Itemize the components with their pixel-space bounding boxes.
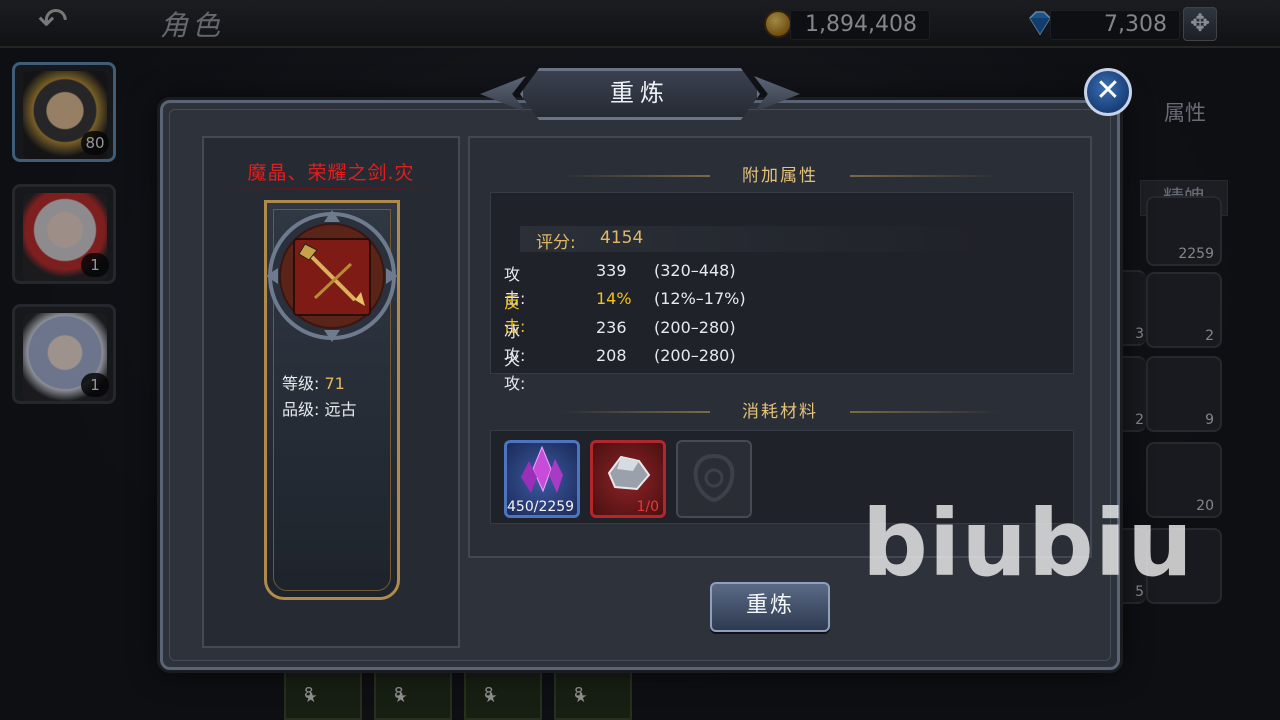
material-slot[interactable]: 1/0 — [590, 440, 666, 518]
iron-ore-icon — [607, 455, 651, 491]
item-grade-value: 远古 — [324, 400, 357, 419]
attribute-value: 14% — [596, 289, 632, 308]
material-count: 450/2259 — [507, 499, 575, 515]
attribute-range: (12%–17%) — [654, 289, 746, 308]
dialog-title: 重炼 — [610, 79, 670, 107]
item-level-row: 等级: 71 — [282, 370, 345, 394]
material-slot — [676, 440, 752, 518]
close-icon[interactable]: ✕ — [1084, 68, 1132, 116]
attributes-heading: 附加属性 — [560, 164, 1000, 188]
item-name: 魔晶、荣耀之剑.灾 — [247, 162, 415, 184]
item-grade-label: 品级: — [282, 400, 320, 419]
material-count: 1/0 — [636, 499, 659, 515]
attribute-value: 208 — [596, 346, 627, 365]
item-grade-row: 品级: 远古 — [282, 396, 357, 420]
attribute-range: (200–280) — [654, 346, 736, 365]
refine-button[interactable]: 重炼 — [710, 582, 830, 632]
attribute-value: 236 — [596, 318, 627, 337]
material-slot[interactable]: 450/2259 — [504, 440, 580, 518]
attribute-range: (320–448) — [654, 261, 736, 280]
attribute-range: (200–280) — [654, 318, 736, 337]
score-label: 评分: — [536, 233, 576, 253]
empty-slot-icon — [693, 453, 735, 503]
crossbow-weapon-icon — [293, 238, 371, 316]
watermark-text: biubiu — [862, 490, 1194, 597]
item-level-value: 71 — [324, 374, 345, 393]
attribute-name: 火攻: — [504, 350, 526, 393]
score-value: 4154 — [600, 228, 644, 248]
attribute-list — [490, 192, 1074, 374]
materials-heading: 消耗材料 — [560, 400, 1000, 424]
attribute-value: 339 — [596, 261, 627, 280]
item-level-label: 等级: — [282, 374, 320, 393]
purple-crystal-icon — [521, 445, 563, 493]
